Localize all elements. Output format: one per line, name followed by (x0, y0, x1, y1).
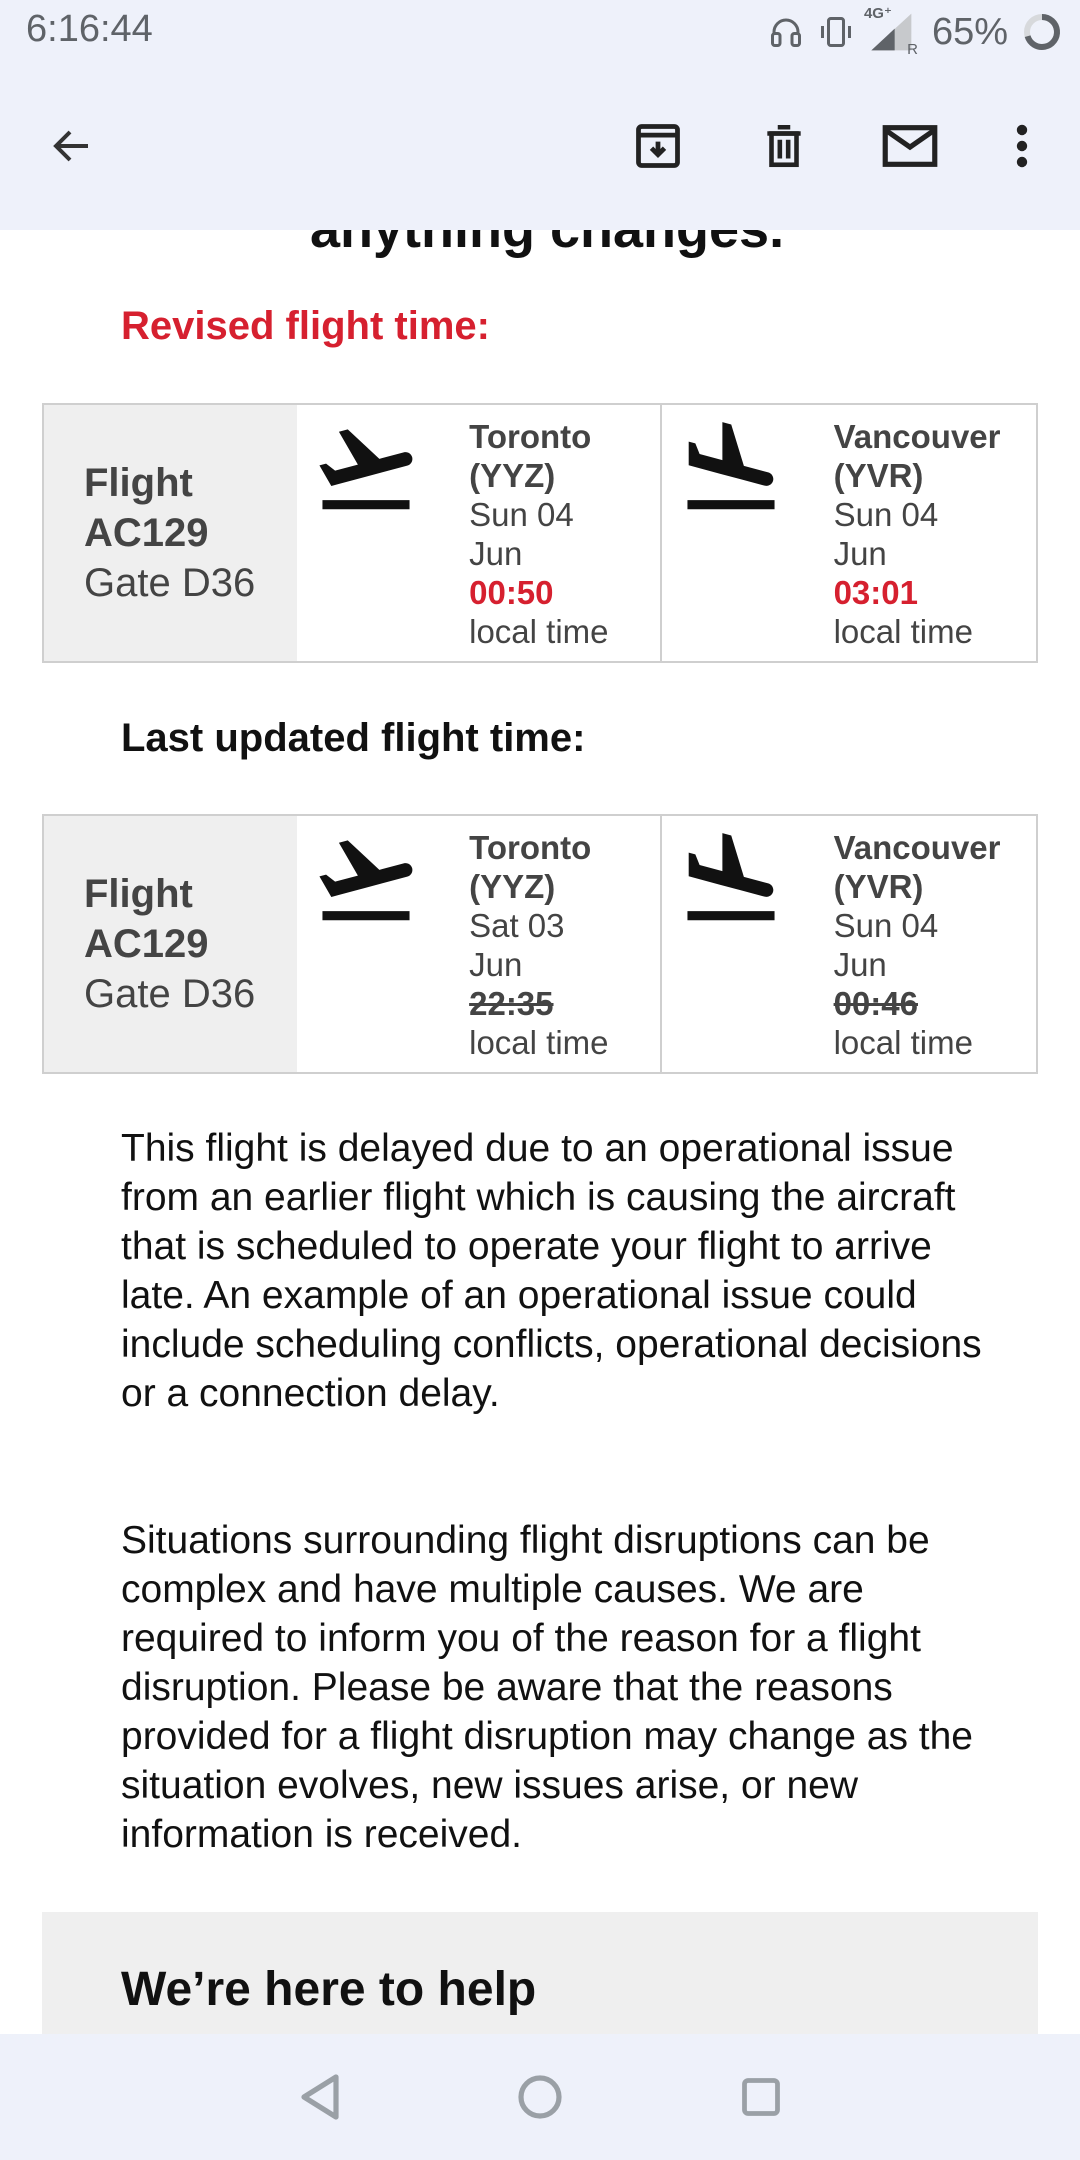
arrival-time: 03:01 (833, 574, 918, 611)
departure-code: (YYZ) (469, 868, 556, 905)
battery-percent: 65% (931, 10, 1008, 53)
flight-info-cell: Flight AC129 Gate D36 (44, 816, 298, 1072)
departure-details: Toronto (YYZ) Sat 03 Jun 22:35 local tim… (469, 828, 608, 1062)
nav-recents-icon (742, 2078, 780, 2116)
more-vert-icon (1016, 124, 1028, 168)
nav-recents-button[interactable] (736, 2072, 786, 2122)
arrival-time-note: local time (833, 613, 973, 650)
arrival-time-note: local time (833, 1024, 973, 1061)
arrival-code: (YVR) (833, 868, 924, 905)
departure-details: Toronto (YYZ) Sun 04 Jun 00:50 local tim… (469, 417, 608, 651)
departure-cell: Toronto (YYZ) Sat 03 Jun 22:35 local tim… (297, 816, 659, 1072)
nav-back-button[interactable] (295, 2072, 345, 2122)
back-button[interactable] (40, 114, 104, 178)
arrival-city: Vancouver (833, 418, 1001, 455)
help-title: We’re here to help (121, 1963, 537, 2016)
archive-button[interactable] (626, 114, 690, 178)
departure-code: (YYZ) (469, 457, 556, 494)
mail-icon (882, 125, 938, 167)
battery-icon (1022, 12, 1062, 52)
status-time: 6:16:44 (26, 8, 153, 50)
signal-icon: 4G⁺ R (864, 5, 918, 58)
help-section: We’re here to help (42, 1912, 1038, 2034)
departure-date-line2: Jun (469, 535, 523, 572)
arrival-city: Vancouver (833, 829, 1001, 866)
nav-home-button[interactable] (515, 2072, 565, 2122)
gate: Gate D36 (84, 972, 256, 1016)
headset-icon (768, 13, 804, 51)
flight-number: AC129 (84, 922, 209, 966)
network-type: 4G⁺ (863, 5, 892, 22)
arrival-date-line1: Sun 04 (833, 496, 939, 533)
vibrate-icon (818, 13, 854, 51)
departure-time: 00:50 (469, 574, 554, 611)
takeoff-icon (319, 840, 413, 921)
gate: Gate D36 (84, 561, 256, 605)
departure-time-note: local time (469, 1024, 609, 1061)
disruption-info-paragraph: Situations surrounding flight disruption… (121, 1519, 974, 1856)
more-options-button[interactable] (990, 114, 1054, 178)
landing-icon (687, 422, 775, 510)
archive-icon (636, 124, 680, 168)
arrival-code: (YVR) (833, 457, 924, 494)
flight-label: Flight (84, 461, 193, 505)
email-body: anything changes. Revised flight time: F… (0, 230, 1080, 2034)
arrival-date-line1: Sun 04 (833, 907, 939, 944)
email-heading-partial: anything changes. (310, 230, 784, 260)
mark-unread-button[interactable] (878, 114, 942, 178)
arrival-time-old: 00:46 (833, 985, 918, 1022)
app-bar (0, 64, 1080, 230)
flight-label: Flight (84, 872, 193, 916)
departure-time-old: 22:35 (469, 985, 554, 1022)
last-updated-flight-table: Flight AC129 Gate D36 Toronto (YYZ) Sat … (42, 814, 1038, 1074)
departure-cell: Toronto (YYZ) Sun 04 Jun 00:50 local tim… (297, 405, 659, 661)
landing-icon (687, 833, 775, 921)
departure-date-line1: Sun 04 (469, 496, 574, 533)
arrival-date-line2: Jun (833, 535, 887, 572)
departure-city: Toronto (469, 829, 592, 866)
departure-date-line1: Sat 03 (469, 907, 565, 944)
flight-info-cell: Flight AC129 Gate D36 (44, 405, 298, 661)
departure-city: Toronto (469, 418, 592, 455)
status-bar: 6:16:44 4G⁺ R 65% (0, 0, 1080, 64)
revised-flight-title: Revised flight time: (121, 304, 490, 348)
nav-back-icon (301, 2074, 339, 2120)
arrival-date-line2: Jun (833, 946, 887, 983)
delay-reason-paragraph: This flight is delayed due to an operati… (121, 1127, 982, 1415)
trash-icon (767, 124, 801, 168)
departure-time-note: local time (469, 613, 609, 650)
roaming-indicator: R (907, 41, 918, 58)
nav-home-icon (518, 2075, 562, 2119)
arrival-cell: Vancouver (YVR) Sun 04 Jun 00:46 local t… (659, 816, 1036, 1072)
arrow-left-icon (53, 130, 88, 162)
arrival-details: Vancouver (YVR) Sun 04 Jun 03:01 local t… (834, 417, 1001, 651)
takeoff-icon (319, 429, 413, 510)
last-updated-title: Last updated flight time: (121, 716, 586, 760)
flight-number: AC129 (84, 511, 209, 555)
arrival-cell: Vancouver (YVR) Sun 04 Jun 03:01 local t… (659, 405, 1036, 661)
revised-flight-table: Flight AC129 Gate D36 Toronto (YYZ) Sun … (42, 403, 1038, 663)
delete-button[interactable] (752, 114, 816, 178)
status-icons: 4G⁺ R 65% (768, 5, 1062, 58)
departure-date-line2: Jun (469, 946, 523, 983)
system-nav-bar (0, 2034, 1080, 2160)
arrival-details: Vancouver (YVR) Sun 04 Jun 00:46 local t… (834, 828, 1001, 1062)
